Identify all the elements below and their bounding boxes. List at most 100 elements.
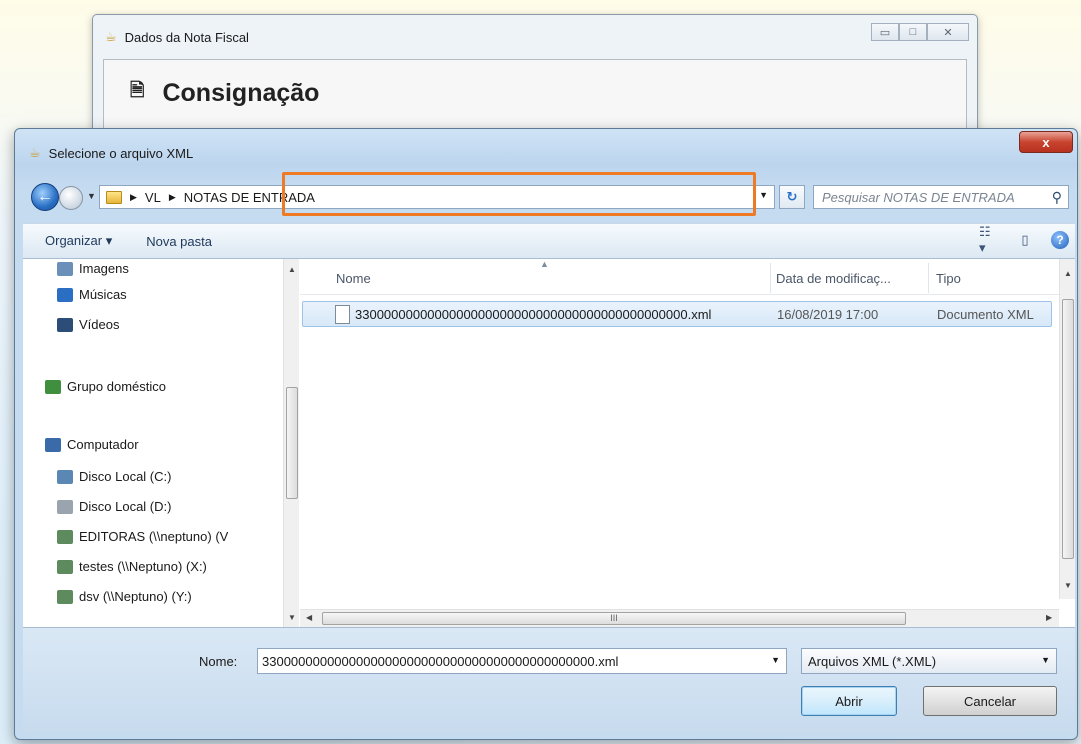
images-icon <box>57 261 73 276</box>
sidebar-item-label: Disco Local (C:) <box>79 469 172 484</box>
document-icon: 🗎 <box>130 80 145 100</box>
dialog-titlebar: ☕ Selecione o arquivo XML <box>29 145 193 161</box>
file-list-scroll-thumb[interactable] <box>1062 299 1074 559</box>
horizontal-scroll-thumb[interactable]: III <box>322 612 906 625</box>
column-type[interactable]: Tipo <box>936 271 961 286</box>
sidebar-item-label: Músicas <box>79 287 127 302</box>
app-icon: ☕ <box>105 29 117 44</box>
folder-icon <box>106 190 122 204</box>
toolbar-right: ☷ ▾ ▯ ? <box>979 224 1069 255</box>
dialog-close-button[interactable]: x <box>1019 131 1073 153</box>
column-date-modified[interactable]: Data de modificaç... <box>776 271 891 286</box>
help-button[interactable]: ? <box>1051 231 1069 249</box>
file-list-horizontal-scrollbar[interactable]: ◀ III ▶ <box>300 609 1059 627</box>
command-toolbar: Organizar ▾ Nova pasta ☷ ▾ ▯ ? <box>23 223 1075 259</box>
sidebar-item[interactable]: Grupo doméstico <box>45 379 166 394</box>
new-folder-button[interactable]: Nova pasta <box>146 234 212 249</box>
nota-fiscal-titlebar: ☕ Dados da Nota Fiscal <box>105 29 249 45</box>
forward-button[interactable] <box>59 186 83 210</box>
cancel-button[interactable]: Cancelar <box>923 686 1057 716</box>
network-drive-icon <box>57 529 73 544</box>
computer-icon <box>45 437 61 452</box>
sidebar-item-label: Grupo doméstico <box>67 379 166 394</box>
address-dropdown[interactable]: ▼ <box>759 190 768 200</box>
help-icon: ? <box>1056 233 1064 247</box>
search-placeholder: Pesquisar NOTAS DE ENTRADA <box>822 189 1015 205</box>
network-drive-icon <box>57 559 73 574</box>
file-list-pane: ▲ Nome Data de modificaç... Tipo 3300000… <box>300 259 1075 627</box>
refresh-button[interactable]: ↻ <box>779 185 805 209</box>
open-button[interactable]: Abrir <box>801 686 897 716</box>
scroll-left-arrow-icon[interactable]: ◀ <box>306 613 312 622</box>
sidebar-item[interactable]: Disco Local (D:) <box>57 499 171 514</box>
scroll-down-arrow-icon[interactable]: ▼ <box>288 613 296 622</box>
sort-ascending-icon: ▲ <box>540 259 549 269</box>
sidebar-item-label: EDITORAS (\\neptuno) (V <box>79 529 229 544</box>
sidebar-item[interactable]: Vídeos <box>57 317 119 332</box>
navigation-pane: Imagens Músicas Vídeos Grupo doméstico Compu… <box>23 259 299 627</box>
arrow-left-icon: ← <box>37 188 53 205</box>
sidebar-item-label: dsv (\\Neptuno) (Y:) <box>79 589 192 604</box>
preview-pane-button[interactable]: ▯ <box>1015 230 1035 250</box>
close-icon: ✕ <box>943 26 953 39</box>
drive-icon <box>57 499 73 514</box>
view-options-button[interactable]: ☷ ▾ <box>979 224 999 255</box>
sidebar-item-label: Imagens <box>79 261 129 276</box>
sidebar-item[interactable]: Computador <box>45 437 139 452</box>
page-title: 🗎 Consignação <box>130 78 319 108</box>
xml-file-icon <box>335 305 350 324</box>
column-divider[interactable] <box>770 263 771 293</box>
sidebar-item[interactable]: Músicas <box>57 287 127 302</box>
close-button-back[interactable]: ✕ <box>927 23 969 41</box>
file-type: Documento XML <box>937 307 1034 322</box>
organize-menu[interactable]: Organizar ▾ <box>45 233 112 249</box>
nota-fiscal-title: Dados da Nota Fiscal <box>124 29 249 45</box>
chevron-down-icon[interactable]: ▼ <box>771 655 780 665</box>
maximize-button[interactable]: □ <box>899 23 927 41</box>
column-headers: ▲ Nome Data de modificaç... Tipo <box>300 259 1075 295</box>
file-name-label: Nome: <box>199 654 238 669</box>
recent-pages-dropdown[interactable]: ▼ <box>87 191 96 201</box>
videos-icon <box>57 317 73 332</box>
file-row[interactable]: 3300000000000000000000000000000000000000… <box>302 301 1052 327</box>
maximize-icon: □ <box>909 26 917 38</box>
breadcrumb-vl[interactable]: VL <box>145 190 161 205</box>
sidebar-item-label: testes (\\Neptuno) (X:) <box>79 559 207 574</box>
column-divider[interactable] <box>928 263 929 293</box>
selection-highlight-box <box>282 172 756 216</box>
list-view-icon: ☷ ▾ <box>979 224 991 255</box>
scroll-up-arrow-icon[interactable]: ▲ <box>288 265 296 274</box>
file-name-input[interactable]: 3300000000000000000000000000000000000000… <box>257 648 787 674</box>
file-name-panel: Nome: 3300000000000000000000000000000000… <box>23 627 1075 735</box>
file-name: 3300000000000000000000000000000000000000… <box>355 307 712 322</box>
network-drive-icon <box>57 589 73 604</box>
sidebar-item[interactable]: dsv (\\Neptuno) (Y:) <box>57 589 192 604</box>
column-name[interactable]: Nome <box>336 271 371 286</box>
dialog-title: Selecione o arquivo XML <box>48 145 194 161</box>
back-button[interactable]: ← <box>31 183 59 211</box>
file-type-filter-value: Arquivos XML (*.XML) <box>808 653 937 669</box>
file-list-vertical-scrollbar[interactable]: ▲ ▼ <box>1059 259 1075 599</box>
open-file-dialog: ☕ Selecione o arquivo XML x ← ▼ ▶ VL ▶ N… <box>14 128 1078 740</box>
preview-pane-icon: ▯ <box>1021 232 1029 247</box>
navigation-scroll-thumb[interactable] <box>286 387 298 499</box>
navigation-scrollbar[interactable]: ▲ ▼ <box>283 259 299 627</box>
drive-c-icon <box>57 469 73 484</box>
browser-panes: Imagens Músicas Vídeos Grupo doméstico Compu… <box>23 259 1075 627</box>
scroll-right-arrow-icon[interactable]: ▶ <box>1046 613 1052 622</box>
file-name-value: 3300000000000000000000000000000000000000… <box>262 653 619 669</box>
minimize-button[interactable]: ▭ <box>871 23 899 41</box>
chevron-down-icon[interactable]: ▼ <box>1041 655 1050 665</box>
sidebar-item[interactable]: Imagens <box>57 261 129 276</box>
sidebar-item[interactable]: EDITORAS (\\neptuno) (V <box>57 529 228 544</box>
sidebar-item[interactable]: Disco Local (C:) <box>57 469 171 484</box>
scroll-up-arrow-icon[interactable]: ▲ <box>1064 269 1072 278</box>
breadcrumb-separator-icon: ▶ <box>130 191 137 202</box>
file-type-filter[interactable]: Arquivos XML (*.XML) ▼ <box>801 648 1057 674</box>
music-icon <box>57 287 73 302</box>
search-icon[interactable]: ⚲ <box>1052 189 1062 206</box>
search-input[interactable]: Pesquisar NOTAS DE ENTRADA ⚲ <box>813 185 1069 209</box>
scroll-down-arrow-icon[interactable]: ▼ <box>1064 581 1072 590</box>
consignacao-heading: Consignação <box>162 78 320 107</box>
sidebar-item[interactable]: testes (\\Neptuno) (X:) <box>57 559 207 574</box>
